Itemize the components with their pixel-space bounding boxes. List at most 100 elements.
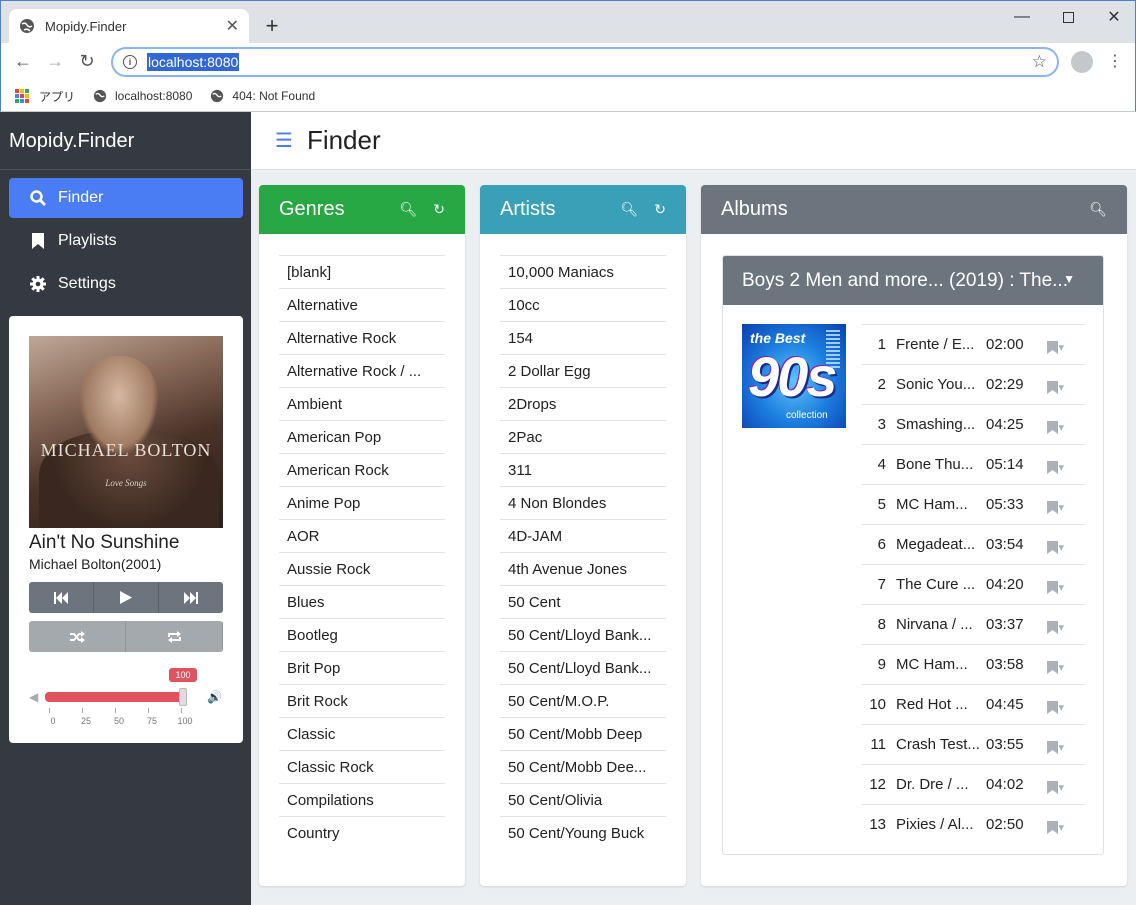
url-text[interactable]: localhost:8080 <box>147 53 240 71</box>
bookmark-dropdown-icon[interactable]: ▾ <box>1028 495 1064 514</box>
track-row[interactable]: 12 Dr. Dre / ... 04:02 ▾ <box>862 764 1085 804</box>
track-row[interactable]: 7 The Cure ... 04:20 ▾ <box>862 564 1085 604</box>
genre-list-item[interactable]: American Rock <box>279 453 445 486</box>
track-row[interactable]: 4 Bone Thu... 05:14 ▾ <box>862 444 1085 484</box>
artist-list-item[interactable]: 2Drops <box>500 387 666 420</box>
album-menu-icon[interactable]: ▼ <box>1063 272 1075 286</box>
bookmark-dropdown-icon[interactable]: ▾ <box>1028 735 1064 754</box>
volume-mute-icon[interactable]: ◀ <box>29 690 38 704</box>
track-row[interactable]: 13 Pixies / Al... 02:50 ▾ <box>862 804 1085 844</box>
next-button[interactable] <box>159 582 223 613</box>
track-row[interactable]: 5 MC Ham... 05:33 ▾ <box>862 484 1085 524</box>
track-row[interactable]: 3 Smashing... 04:25 ▾ <box>862 404 1085 444</box>
genre-list-item[interactable]: Bootleg <box>279 618 445 651</box>
repeat-button[interactable] <box>126 621 223 652</box>
menu-icon[interactable]: ⋮ <box>1107 51 1123 71</box>
artist-list-item[interactable]: 10,000 Maniacs <box>500 255 666 288</box>
search-icon[interactable]: 🔍︎ <box>1089 201 1107 218</box>
genre-list-item[interactable]: Brit Rock <box>279 684 445 717</box>
bookmark-dropdown-icon[interactable]: ▾ <box>1028 375 1064 394</box>
artist-list-item[interactable]: 4D-JAM <box>500 519 666 552</box>
track-row[interactable]: 1 Frente / E... 02:00 ▾ <box>862 324 1085 364</box>
sidebar-item-playlists[interactable]: Playlists <box>9 221 243 261</box>
volume-slider-thumb[interactable] <box>179 688 187 706</box>
volume-slider[interactable] <box>45 692 185 702</box>
volume-up-icon[interactable]: 🔊 <box>207 690 222 704</box>
bookmark-dropdown-icon[interactable]: ▾ <box>1028 695 1064 714</box>
genre-list-item[interactable]: Alternative Rock / ... <box>279 354 445 387</box>
bookmark-dropdown-icon[interactable]: ▾ <box>1028 335 1064 354</box>
track-row[interactable]: 6 Megadeat... 03:54 ▾ <box>862 524 1085 564</box>
artist-list-item[interactable]: 4th Avenue Jones <box>500 552 666 585</box>
bookmark-apps[interactable]: アプリ <box>15 88 75 105</box>
artist-list-item[interactable]: 50 Cent/M.O.P. <box>500 684 666 717</box>
star-icon[interactable]: ☆ <box>1032 52 1047 72</box>
artist-list-item[interactable]: 154 <box>500 321 666 354</box>
bookmark-404[interactable]: 404: Not Found <box>210 89 315 103</box>
genre-list-item[interactable]: [blank] <box>279 255 445 288</box>
genre-list-item[interactable]: Anime Pop <box>279 486 445 519</box>
bookmark-dropdown-icon[interactable]: ▾ <box>1028 615 1064 634</box>
artist-list-item[interactable]: 50 Cent/Young Buck <box>500 816 666 849</box>
sidebar-item-finder[interactable]: Finder <box>9 178 243 218</box>
genre-list-item[interactable]: Brit Pop <box>279 651 445 684</box>
maximize-icon[interactable] <box>1045 1 1091 33</box>
genre-list-item[interactable]: Ambient <box>279 387 445 420</box>
shuffle-button[interactable] <box>29 621 126 652</box>
genre-list-item[interactable]: Blues <box>279 585 445 618</box>
artist-list-item[interactable]: 4 Non Blondes <box>500 486 666 519</box>
refresh-icon[interactable]: ↻ <box>654 201 666 218</box>
artist-list-item[interactable]: 2Pac <box>500 420 666 453</box>
bookmark-dropdown-icon[interactable]: ▾ <box>1028 655 1064 674</box>
play-button[interactable] <box>94 582 159 613</box>
info-icon[interactable]: i <box>123 55 137 69</box>
back-icon[interactable]: ← <box>11 49 35 73</box>
artist-list-item[interactable]: 311 <box>500 453 666 486</box>
track-row[interactable]: 8 Nirvana / ... 03:37 ▾ <box>862 604 1085 644</box>
genre-list-item[interactable]: American Pop <box>279 420 445 453</box>
track-row[interactable]: 10 Red Hot ... 04:45 ▾ <box>862 684 1085 724</box>
bookmark-localhost[interactable]: localhost:8080 <box>93 89 192 103</box>
genre-list-item[interactable]: Alternative <box>279 288 445 321</box>
genre-list-item[interactable]: AOR <box>279 519 445 552</box>
browser-tab[interactable]: Mopidy.Finder ✕ <box>9 9 249 43</box>
artist-list-item[interactable]: 50 Cent/Mobb Deep <box>500 717 666 750</box>
minimize-icon[interactable]: — <box>999 1 1045 33</box>
track-row[interactable]: 2 Sonic You... 02:29 ▾ <box>862 364 1085 404</box>
profile-avatar[interactable] <box>1071 51 1093 73</box>
artist-list-item[interactable]: 50 Cent/Olivia <box>500 783 666 816</box>
bookmark-dropdown-icon[interactable]: ▾ <box>1028 535 1064 554</box>
genre-list-item[interactable]: Compilations <box>279 783 445 816</box>
search-icon[interactable]: 🔍︎ <box>399 201 417 218</box>
sidebar-item-settings[interactable]: Settings <box>9 264 243 304</box>
genre-list-item[interactable]: Classic Rock <box>279 750 445 783</box>
bookmark-dropdown-icon[interactable]: ▾ <box>1028 455 1064 474</box>
forward-icon[interactable]: → <box>43 49 67 73</box>
artist-list-item[interactable]: 10cc <box>500 288 666 321</box>
hamburger-menu-icon[interactable]: ☰ <box>275 128 293 153</box>
genre-list-item[interactable]: Classic <box>279 717 445 750</box>
bookmark-dropdown-icon[interactable]: ▾ <box>1028 815 1064 834</box>
refresh-icon[interactable]: ↻ <box>433 201 445 218</box>
track-row[interactable]: 11 Crash Test... 03:55 ▾ <box>862 724 1085 764</box>
artist-list-item[interactable]: 50 Cent <box>500 585 666 618</box>
bookmark-dropdown-icon[interactable]: ▾ <box>1028 575 1064 594</box>
bookmark-dropdown-icon[interactable]: ▾ <box>1028 775 1064 794</box>
artist-list-item[interactable]: 50 Cent/Lloyd Bank... <box>500 651 666 684</box>
reload-icon[interactable]: ↻ <box>75 49 99 73</box>
genre-list-item[interactable]: Alternative Rock <box>279 321 445 354</box>
previous-button[interactable] <box>29 582 94 613</box>
genre-list-item[interactable]: Country <box>279 816 445 849</box>
close-window-icon[interactable]: ✕ <box>1091 1 1136 33</box>
new-tab-button[interactable]: + <box>259 13 285 39</box>
address-bar[interactable]: i localhost:8080 ☆ <box>111 47 1059 77</box>
bookmark-dropdown-icon[interactable]: ▾ <box>1028 415 1064 434</box>
close-tab-icon[interactable]: ✕ <box>226 16 239 36</box>
album-header[interactable]: Boys 2 Men and more... (2019) : The... ▼ <box>723 256 1103 305</box>
genre-list-item[interactable]: Aussie Rock <box>279 552 445 585</box>
app-brand[interactable]: Mopidy.Finder <box>0 112 251 170</box>
artist-list-item[interactable]: 50 Cent/Lloyd Bank... <box>500 618 666 651</box>
track-row[interactable]: 9 MC Ham... 03:58 ▾ <box>862 644 1085 684</box>
search-icon[interactable]: 🔍︎ <box>620 201 638 218</box>
artist-list-item[interactable]: 2 Dollar Egg <box>500 354 666 387</box>
